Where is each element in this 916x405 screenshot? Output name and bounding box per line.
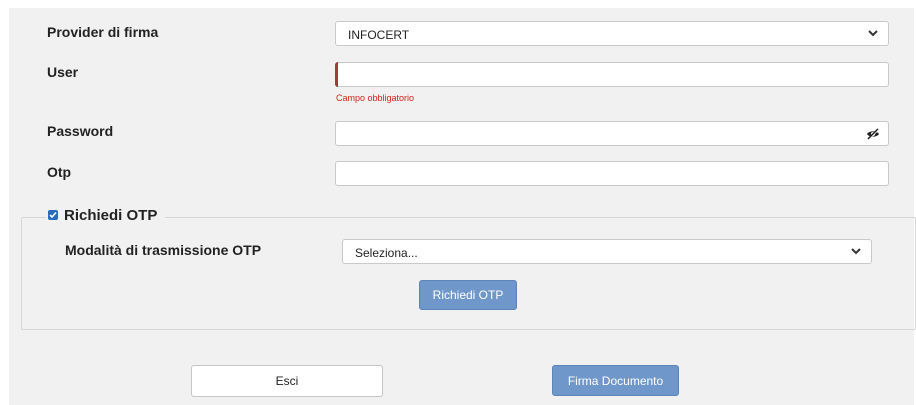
otp-input[interactable] [335, 161, 889, 186]
otp-mode-selected-value: Seleziona... [355, 246, 418, 260]
user-input[interactable] [335, 62, 889, 87]
request-otp-button[interactable]: Richiedi OTP [419, 280, 517, 310]
exit-button[interactable]: Esci [191, 365, 383, 397]
provider-label: Provider di firma [47, 24, 159, 40]
user-error-message: Campo obbligatorio [336, 93, 415, 103]
chevron-down-icon [866, 26, 880, 40]
otp-mode-select[interactable]: Seleziona... [342, 239, 872, 264]
user-label: User [47, 64, 79, 80]
password-label: Password [47, 123, 114, 139]
otp-request-checkbox-label[interactable]: Richiedi OTP [64, 207, 157, 224]
chevron-down-icon [849, 244, 863, 258]
otp-label: Otp [47, 164, 72, 180]
provider-select[interactable]: INFOCERT [335, 21, 889, 46]
otp-request-legend: Richiedi OTP [46, 204, 166, 226]
otp-request-fieldset [21, 217, 916, 330]
password-input[interactable] [335, 121, 889, 146]
error-indicator [335, 62, 338, 87]
eye-slash-icon[interactable] [866, 127, 880, 141]
otp-mode-label: Modalità di trasmissione OTP [65, 242, 262, 258]
sign-document-button[interactable]: Firma Documento [552, 365, 679, 396]
provider-selected-value: INFOCERT [348, 28, 410, 42]
checkbox-checked-icon[interactable] [48, 210, 58, 220]
